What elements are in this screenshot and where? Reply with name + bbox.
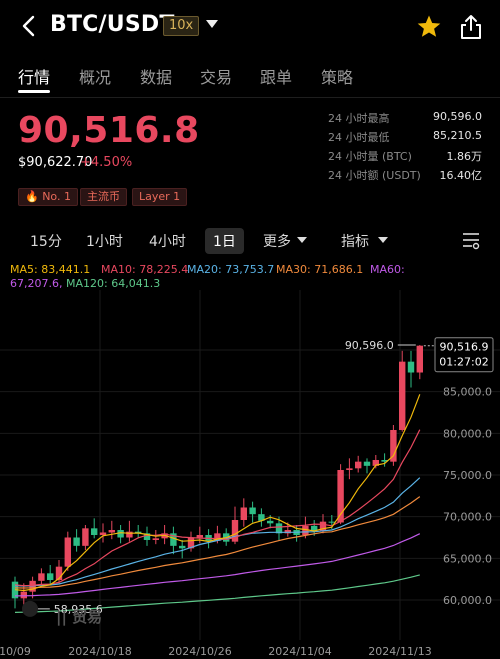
candle-body	[249, 507, 256, 515]
rank-badge-label: No. 1	[42, 190, 71, 203]
candle-body	[416, 345, 423, 373]
candle-body	[399, 361, 406, 430]
ma5-label: MA5: 83,441.1	[10, 263, 91, 276]
tab-overview[interactable]: 概况	[79, 64, 111, 88]
candle-body	[20, 591, 27, 599]
interval-1h[interactable]: 1小时	[86, 231, 123, 251]
stat-label-high: 24 小时最高	[328, 112, 390, 125]
candle-body	[179, 545, 186, 549]
interval-1d[interactable]: 1日	[205, 228, 244, 254]
candle-body	[108, 530, 115, 533]
stat-value-volume: 1.86万	[446, 150, 483, 163]
candle-body	[91, 528, 98, 535]
logo-dot	[22, 600, 38, 617]
ma5-line	[14, 394, 421, 592]
countdown-label: 01:27:02	[439, 356, 488, 369]
candle-body	[117, 530, 124, 538]
last-price-label: 90,516.9	[440, 341, 489, 354]
stat-value-low: 85,210.5	[433, 129, 482, 142]
candle-body	[363, 461, 371, 466]
ma60-label: MA60:	[370, 263, 405, 276]
fire-icon: 🔥	[25, 190, 39, 203]
top-bar: BTC/USDT 10x	[0, 0, 500, 56]
chart-settings-icon[interactable]	[461, 229, 481, 251]
tab-trade[interactable]: 交易	[200, 64, 232, 88]
stat-value-high: 90,596.0	[433, 110, 482, 123]
y-tick-label: 80,000.0	[443, 427, 492, 440]
candle-body	[99, 532, 107, 535]
candle-body	[346, 468, 353, 470]
layer-tag[interactable]: Layer 1	[132, 188, 188, 206]
divider	[0, 97, 500, 98]
rank-badge[interactable]: 🔥 No. 1	[18, 188, 78, 206]
candle-body	[407, 361, 415, 373]
y-tick-label: 65,000.0	[443, 552, 492, 565]
x-tick-label: 2024/11/04	[268, 645, 331, 658]
indicator-button[interactable]: 指标	[341, 231, 369, 251]
tab-market[interactable]: 行情	[18, 64, 50, 88]
stat-label-turnover: 24 小时额 (USDT)	[328, 169, 421, 182]
candlestick-chart[interactable]: 90,000.085,000.080,000.075,000.070,000.0…	[0, 290, 500, 659]
last-price: 90,516.8	[18, 110, 200, 151]
y-tick-label: 75,000.0	[443, 469, 492, 482]
candle-body	[196, 535, 203, 538]
back-arrow-icon[interactable]	[16, 12, 44, 40]
ma10-line	[14, 429, 421, 587]
more-dropdown-icon[interactable]	[297, 237, 307, 243]
candle-body	[126, 531, 133, 538]
pair-dropdown-icon[interactable]	[206, 20, 218, 28]
indicator-dropdown-icon[interactable]	[378, 237, 388, 243]
candle-body	[73, 537, 80, 546]
ma120-label: MA120: 64,041.3	[66, 277, 161, 290]
stat-label-low: 24 小时最低	[328, 131, 390, 144]
tab-copy-trading[interactable]: 跟单	[260, 64, 292, 88]
candle-body	[390, 430, 397, 462]
stat-label-volume: 24 小时量 (BTC)	[328, 150, 412, 163]
category-tag[interactable]: 主流币	[80, 188, 127, 206]
candle-body	[82, 528, 89, 546]
x-tick-label: 2024/10/18	[68, 645, 131, 658]
candle-body	[152, 538, 159, 540]
y-tick-label: 60,000.0	[443, 594, 492, 607]
price-change-percent: +4.50%	[80, 155, 133, 170]
active-tab-indicator	[18, 90, 50, 93]
x-tick-label: 2024/11/13	[368, 645, 431, 658]
tab-strategy[interactable]: 策略	[321, 64, 353, 88]
candle-body	[240, 507, 247, 520]
interval-15m[interactable]: 15分	[30, 231, 62, 251]
candle-body	[64, 537, 71, 567]
high-price-label: 90,596.0	[345, 339, 394, 352]
leverage-badge: 10x	[163, 16, 200, 36]
favorite-star-icon[interactable]	[416, 14, 442, 40]
candle-body	[355, 461, 362, 469]
ma30-label: MA30: 71,686.1	[276, 263, 364, 276]
stat-value-turnover: 16.40亿	[439, 169, 483, 182]
ma20-label: MA20: 73,753.7	[187, 263, 275, 276]
share-icon[interactable]	[458, 13, 484, 41]
y-tick-label: 70,000.0	[443, 511, 492, 524]
y-tick-label: 85,000.0	[443, 386, 492, 399]
candle-body	[47, 573, 54, 580]
x-tick-label: 10/09	[0, 645, 31, 658]
candle-body	[328, 521, 335, 523]
ma60-value-wrap: 67,207.6,	[10, 277, 63, 290]
candle-body	[267, 520, 274, 524]
watermark: || 贸易	[56, 608, 103, 626]
interval-more[interactable]: 更多	[263, 231, 291, 251]
x-tick-label: 2024/10/26	[168, 645, 231, 658]
candle-body	[38, 573, 45, 581]
interval-4h[interactable]: 4小时	[149, 231, 186, 251]
tab-data[interactable]: 数据	[140, 64, 172, 88]
pair-title[interactable]: BTC/USDT	[50, 12, 175, 37]
ma10-label: MA10: 78,225.4	[101, 263, 189, 276]
